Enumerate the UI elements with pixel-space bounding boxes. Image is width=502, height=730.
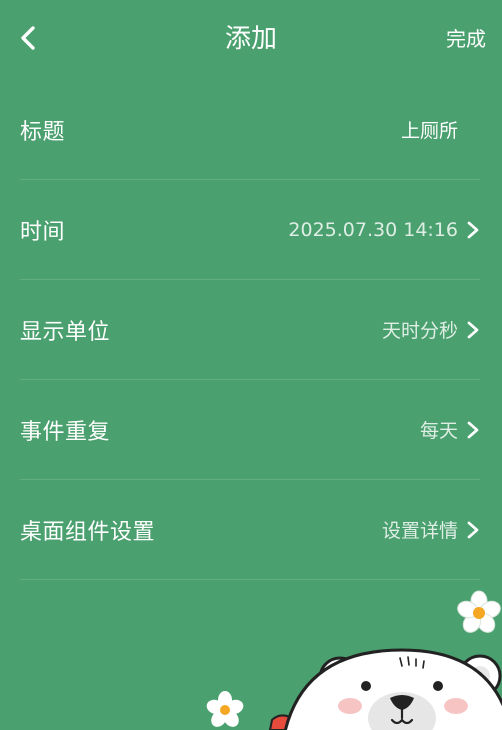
title-value: 上厕所 <box>400 120 458 142</box>
settings-list: 标题 上厕所 时间 2025.07.30 14:16 显示单位 天时分秒 事件重… <box>20 80 480 580</box>
chevron-left-icon <box>21 26 35 50</box>
row-repeat[interactable]: 事件重复 每天 <box>20 380 480 480</box>
widget-settings-value: 设置详情 <box>381 520 458 542</box>
row-widget-settings[interactable]: 桌面组件设置 设置详情 <box>20 480 480 580</box>
row-label: 标题 <box>20 119 66 145</box>
row-label: 桌面组件设置 <box>20 519 156 545</box>
row-label: 显示单位 <box>20 319 111 345</box>
chevron-right-icon <box>467 421 479 438</box>
back-button[interactable] <box>12 22 44 54</box>
bear-illustration <box>268 648 502 730</box>
row-title[interactable]: 标题 上厕所 <box>20 80 480 180</box>
done-button[interactable]: 完成 <box>446 24 486 54</box>
display-unit-value: 天时分秒 <box>381 320 458 342</box>
flower-icon <box>206 691 244 727</box>
chevron-right-icon <box>467 521 479 538</box>
row-time[interactable]: 时间 2025.07.30 14:16 <box>20 180 480 280</box>
flower-icon <box>457 590 501 633</box>
row-label: 时间 <box>20 219 66 245</box>
page-title: 添加 <box>224 24 277 54</box>
row-label: 事件重复 <box>20 419 111 445</box>
chevron-right-icon <box>467 321 479 338</box>
row-display-unit[interactable]: 显示单位 天时分秒 <box>20 280 480 380</box>
time-value: 2025.07.30 14:16 <box>288 218 458 241</box>
top-bar: 添加 完成 <box>0 0 502 80</box>
repeat-value: 每天 <box>419 420 458 442</box>
chevron-right-icon <box>467 221 479 238</box>
